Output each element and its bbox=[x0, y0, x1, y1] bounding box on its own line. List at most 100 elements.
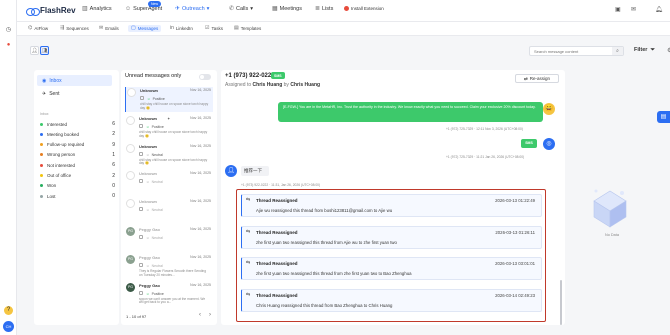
phone-icon bbox=[139, 123, 143, 128]
user-avatar[interactable]: CH bbox=[3, 321, 14, 332]
side-panel-toggle-icon[interactable]: ▤ bbox=[657, 111, 670, 123]
message-snippet: chill stay chill house on spoon stove to… bbox=[140, 102, 209, 110]
inbox-category-row[interactable]: Meeting booked 2 bbox=[40, 131, 115, 137]
unread-only-toggle[interactable] bbox=[199, 74, 211, 80]
event-time: 2026-03-13 03:01:01 bbox=[495, 261, 535, 266]
sms-meta: +1 (972) 725-7329 · 11:21 Jan 26, 2026 (… bbox=[446, 155, 525, 159]
swap-icon: ⇄ bbox=[523, 75, 528, 81]
inbox-category-row[interactable]: Follow-up required 9 bbox=[40, 142, 115, 148]
bell-icon[interactable]: 🔔︎ bbox=[655, 6, 663, 13]
contact-avatar bbox=[126, 199, 135, 209]
tab-emails[interactable]: ✉ Emails bbox=[96, 25, 122, 32]
inbox-category-row[interactable]: Lost 0 bbox=[40, 193, 115, 199]
tab-sequences[interactable]: ⇶ Sequences bbox=[57, 25, 92, 32]
neutral-face-icon: ☺ bbox=[146, 152, 150, 157]
contact-name: Unknown bbox=[139, 143, 157, 149]
clock-icon[interactable]: ◷ bbox=[4, 26, 13, 35]
inbox-category-row[interactable]: Won 0 bbox=[40, 183, 115, 189]
reassign-icon: ⇆ bbox=[246, 228, 251, 235]
conversation-date: Nov 16, 2025 bbox=[190, 88, 211, 92]
nav-meetings[interactable]: ▦ Meetings bbox=[272, 6, 302, 12]
star-icon: ✦ bbox=[167, 115, 171, 121]
inbox-category-row[interactable]: Not interested 6 bbox=[40, 162, 115, 168]
category-dot bbox=[40, 174, 43, 177]
contact-avatar: PG bbox=[126, 282, 135, 292]
install-extension-button[interactable]: Install Extension bbox=[344, 6, 384, 11]
tasks-icon: ☑ bbox=[205, 25, 210, 31]
nav-lists[interactable]: ≣ Lists bbox=[315, 6, 333, 12]
logo-icon bbox=[26, 7, 40, 16]
category-count: 6 bbox=[112, 162, 115, 169]
sentiment-status: ☺ Positive bbox=[147, 97, 165, 101]
bar-chart-icon: ▥ bbox=[82, 6, 88, 12]
search-input[interactable] bbox=[530, 47, 610, 55]
message-snippet: spoon we can't answer you at the moment.… bbox=[139, 296, 206, 305]
emoji-avatar: 😄 bbox=[543, 103, 555, 115]
outgoing-message: [E-FGW-] You are in the MetaHR, Inc. Tru… bbox=[278, 102, 543, 122]
conversation-item[interactable]: PG Peggy Gao Nov 16, 2025 ☺ Neutral They … bbox=[125, 254, 213, 279]
search-icon[interactable]: ⌕ bbox=[612, 47, 623, 55]
nav-outreach[interactable]: ✈ Outreach ▾ bbox=[175, 6, 209, 12]
prev-page-icon[interactable]: ‹ bbox=[199, 312, 201, 318]
event-title: Thread Reassigned bbox=[256, 198, 298, 203]
thread-scrollbar[interactable] bbox=[560, 280, 562, 325]
sms-badge: SMS bbox=[271, 72, 285, 79]
conversation-item[interactable]: PG Peggy Gao Nov 16, 2025 ☺ Positive spoo… bbox=[125, 282, 213, 307]
pagination: 1 - 10 of 97 bbox=[126, 314, 147, 319]
contact-name: Unknown bbox=[139, 199, 157, 205]
inbox-category-row[interactable]: Out of office 2 bbox=[40, 173, 115, 179]
next-page-icon[interactable]: › bbox=[209, 312, 211, 318]
sender-avatar: ◎ bbox=[543, 138, 555, 150]
conversation-item[interactable]: PG Peggy Gao Nov 16, 2025 ☺ Neutral bbox=[125, 226, 213, 251]
tab-linkedin[interactable]: in LinkedIn bbox=[167, 25, 196, 32]
inbox-icon: ◉ bbox=[42, 77, 47, 84]
inbox-category-row[interactable]: Interested 6 bbox=[40, 121, 115, 127]
tab-templates[interactable]: ▤ Templates bbox=[231, 25, 264, 32]
folder-inbox[interactable]: ◉ Inbox bbox=[37, 75, 112, 86]
conversation-item[interactable]: Unknown ✦ Nov 16, 2025 ☺ Positive chill st… bbox=[125, 115, 213, 140]
inbox-category-row[interactable]: Wrong person 1 bbox=[40, 152, 115, 158]
flow-icon: ⌬ bbox=[28, 25, 33, 31]
contact-name: Peggy Gao bbox=[139, 227, 160, 232]
team-view-icon[interactable]: 👥︎ bbox=[40, 46, 49, 55]
no-data-label: No Data bbox=[605, 233, 619, 237]
event-time: 2026-03-13 01:22:49 bbox=[495, 198, 535, 203]
sequence-icon: ⇶ bbox=[60, 25, 65, 31]
thread-panel: +1 (973) 922-0222 SMS Assigned to Chris … bbox=[221, 70, 565, 325]
app-logo[interactable]: FlashRev bbox=[26, 6, 76, 16]
message-icon: ▢ bbox=[131, 25, 136, 31]
nav-analytics[interactable]: ▥ Analytics bbox=[82, 6, 112, 12]
folder-sent[interactable]: ✈ Sent bbox=[37, 88, 112, 99]
window-icon[interactable]: ▣ bbox=[615, 6, 621, 13]
category-label: Won bbox=[47, 183, 57, 189]
conversation-item[interactable]: Unknown Nov 16, 2025 ☺ Neutral chill stay… bbox=[125, 143, 213, 168]
contact-name: Peggy Gao bbox=[139, 282, 160, 288]
conversation-item[interactable]: Unknown Nov 16, 2025 ☺ Neutral bbox=[125, 198, 213, 223]
alert-icon[interactable]: ● bbox=[4, 41, 13, 50]
help-icon[interactable]: ? bbox=[4, 306, 13, 315]
event-description: Chris Huang reassigned this thread from … bbox=[256, 302, 393, 308]
robot-icon: ☺ bbox=[125, 6, 132, 12]
single-user-view-icon[interactable]: 👤︎ bbox=[30, 46, 39, 55]
reassign-button[interactable]: ⇄ Re-assign bbox=[515, 74, 559, 83]
folder-panel: ◉ Inbox ✈ Sent Inbox Interested 6 Meeting … bbox=[34, 70, 119, 325]
mail-icon[interactable]: ✉ bbox=[631, 6, 636, 13]
tab-messages[interactable]: ▢ Messages bbox=[128, 25, 162, 32]
conversation-date: Nov 16, 2025 bbox=[190, 171, 211, 176]
nav-calls[interactable]: ✆ Calls ▾ bbox=[229, 6, 253, 12]
filter-icon: ⏷ bbox=[650, 47, 655, 53]
sentiment-status: ☺ Positive bbox=[146, 124, 164, 129]
conversation-date: Nov 16, 2025 bbox=[190, 254, 211, 259]
category-dot bbox=[40, 132, 43, 136]
reassign-icon: ⇆ bbox=[246, 197, 251, 203]
event-time: 2026-03-13 01:26:11 bbox=[495, 229, 535, 235]
tab-tasks[interactable]: ☑ Tasks bbox=[202, 25, 226, 32]
contact-avatar bbox=[127, 88, 136, 97]
filter-button[interactable]: Filter ⏷ bbox=[634, 47, 655, 54]
tab-aiflow[interactable]: ⌬ AIFlow bbox=[25, 25, 51, 32]
conversation-item[interactable]: Unknown Nov 16, 2025 ☺ Neutral bbox=[125, 170, 213, 195]
sentiment-status: ☺ Neutral bbox=[146, 152, 163, 157]
conversation-list: Unread messages only Unknown Nov 16, 202… bbox=[121, 70, 217, 325]
contact-avatar bbox=[126, 115, 135, 125]
conversation-item[interactable]: Unknown Nov 16, 2025 ☺ Positive chill sta… bbox=[125, 87, 213, 112]
